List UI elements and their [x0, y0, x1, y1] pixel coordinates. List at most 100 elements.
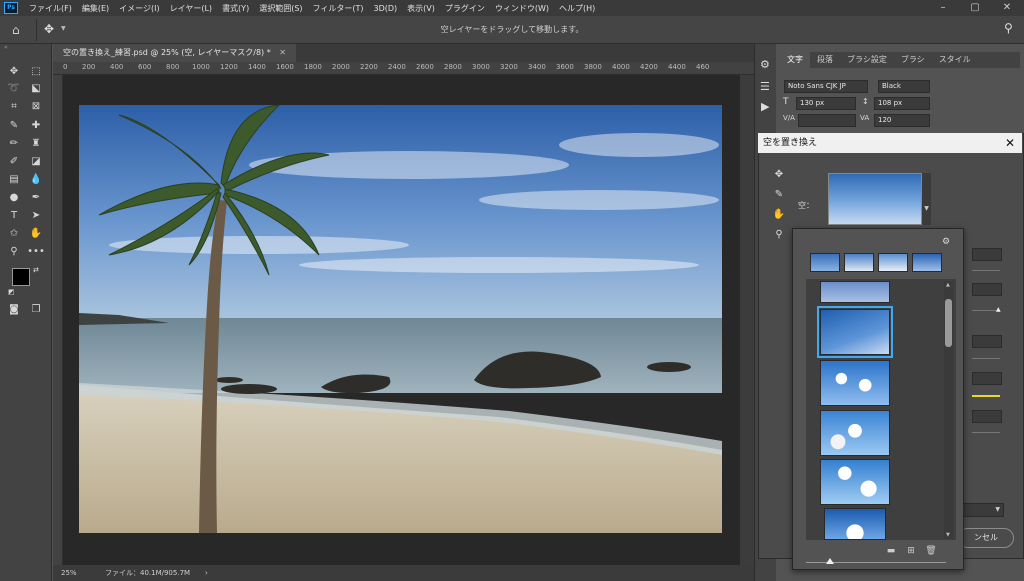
dialog-slider[interactable]: [972, 270, 1000, 271]
menu-file[interactable]: ファイル(F): [24, 3, 77, 14]
minimize-icon[interactable]: –: [928, 0, 958, 16]
menu-3d[interactable]: 3D(D): [369, 4, 403, 13]
slider-knob[interactable]: ▲: [996, 306, 1001, 313]
sky-preset-thumbnail[interactable]: [820, 459, 890, 505]
sky-preview-thumbnail[interactable]: [828, 173, 922, 225]
close-tab-icon[interactable]: ✕: [279, 48, 286, 57]
tracking-field[interactable]: 120: [874, 114, 930, 127]
sky-group-thumbnail[interactable]: [844, 253, 874, 272]
color-adjust-slider[interactable]: [972, 395, 1000, 397]
hand-tool-icon[interactable]: ✋: [770, 207, 788, 223]
sky-preset-thumbnail-selected[interactable]: [817, 306, 893, 358]
document-tab[interactable]: 空の置き換え_練習.psd @ 25% (空, レイヤーマスク/8) * ✕: [53, 44, 296, 62]
brush-icon[interactable]: ✏: [5, 136, 23, 152]
dialog-setting-field[interactable]: [972, 372, 1002, 385]
slider-knob[interactable]: [826, 558, 834, 564]
gradient-icon[interactable]: ▤: [5, 172, 23, 188]
trash-icon[interactable]: 🗑: [924, 545, 938, 557]
folder-icon[interactable]: ▬: [884, 545, 898, 557]
dialog-setting-field[interactable]: [972, 283, 1002, 296]
gear-icon[interactable]: ⚙: [942, 237, 950, 247]
menu-help[interactable]: ヘルプ(H): [554, 3, 600, 14]
output-dropdown[interactable]: ▼: [958, 503, 1004, 517]
vertical-scrollbar[interactable]: [740, 75, 754, 565]
menu-layer[interactable]: レイヤー(L): [165, 3, 217, 14]
menu-view[interactable]: 表示(V): [402, 3, 440, 14]
adjustments-panel-icon[interactable]: ☰: [760, 80, 770, 93]
sky-preset-thumbnail[interactable]: [824, 508, 886, 540]
menu-edit[interactable]: 編集(E): [77, 3, 114, 14]
chevron-right-icon[interactable]: ›: [205, 565, 208, 581]
move-icon[interactable]: ✥: [5, 64, 23, 80]
frame-icon[interactable]: ⊠: [27, 99, 45, 115]
screen-mode-icon[interactable]: ❐: [27, 302, 45, 318]
collapse-icon[interactable]: «: [4, 44, 8, 51]
zoom-icon[interactable]: ⚲: [5, 244, 23, 260]
search-icon[interactable]: ⚲: [1004, 21, 1013, 35]
dodge-icon[interactable]: ●: [5, 190, 23, 206]
path-select-icon[interactable]: ➤: [27, 208, 45, 224]
font-weight-select[interactable]: Black: [878, 80, 930, 93]
healing-icon[interactable]: ✚: [27, 118, 45, 134]
actions-play-icon[interactable]: ▶: [761, 100, 769, 113]
sky-preset-thumbnail[interactable]: [820, 360, 890, 406]
hand-icon[interactable]: ✋: [27, 226, 45, 242]
kerning-field[interactable]: [798, 114, 856, 127]
menu-select[interactable]: 選択範囲(S): [254, 3, 307, 14]
dialog-setting-field[interactable]: [972, 410, 1002, 423]
leading-field[interactable]: 108 px: [874, 97, 930, 110]
sky-preset-thumbnail[interactable]: [820, 410, 890, 456]
pen-icon[interactable]: ✒: [27, 190, 45, 206]
eraser-icon[interactable]: ◪: [27, 154, 45, 170]
shape-icon[interactable]: ✩: [5, 226, 23, 242]
scrollbar-thumb[interactable]: [945, 299, 952, 347]
menu-window[interactable]: ウィンドウ(W): [490, 3, 554, 14]
tab-brush-settings[interactable]: ブラシ設定: [840, 52, 894, 68]
close-icon[interactable]: ✕: [998, 133, 1022, 153]
object-select-icon[interactable]: ⬕: [27, 81, 45, 97]
history-brush-icon[interactable]: ✐: [5, 154, 23, 170]
marquee-icon[interactable]: ⬚: [27, 64, 45, 80]
swap-colors-icon[interactable]: ⇄: [33, 266, 39, 274]
stamp-icon[interactable]: ♜: [27, 136, 45, 152]
sky-preset-thumbnail[interactable]: [820, 281, 890, 303]
crop-icon[interactable]: ⌗: [5, 99, 23, 115]
quick-mask-icon[interactable]: ◙: [5, 302, 23, 318]
maximize-icon[interactable]: ▢: [960, 0, 990, 16]
dialog-slider[interactable]: [972, 432, 1000, 433]
sky-brush-icon[interactable]: ✎: [770, 187, 788, 203]
menu-plugins[interactable]: プラグイン: [440, 3, 490, 14]
font-size-field[interactable]: 130 px: [796, 97, 856, 110]
beach-photo[interactable]: [79, 105, 722, 533]
tab-character[interactable]: 文字: [780, 52, 810, 68]
sky-group-thumbnail[interactable]: [878, 253, 908, 272]
sky-move-icon[interactable]: ✥: [770, 167, 788, 183]
menu-filter[interactable]: フィルター(T): [308, 3, 369, 14]
lasso-icon[interactable]: ➰: [5, 81, 23, 97]
sky-group-thumbnail[interactable]: [912, 253, 942, 272]
menu-image[interactable]: イメージ(I): [114, 3, 164, 14]
dialog-slider[interactable]: [972, 358, 1000, 359]
blur-icon[interactable]: 💧: [27, 172, 45, 188]
tab-styles[interactable]: スタイル: [932, 52, 978, 68]
zoom-tool-icon[interactable]: ⚲: [770, 227, 788, 243]
sky-dropdown-icon[interactable]: ▼: [922, 173, 931, 225]
sky-group-thumbnail[interactable]: [810, 253, 840, 272]
cancel-button[interactable]: ンセル: [958, 528, 1014, 548]
dialog-setting-field[interactable]: [972, 248, 1002, 261]
tab-paragraph[interactable]: 段落: [810, 52, 840, 68]
foreground-color-swatch[interactable]: [12, 268, 30, 286]
tab-brushes[interactable]: ブラシ: [894, 52, 932, 68]
default-colors-icon[interactable]: ◩: [8, 288, 15, 296]
font-family-select[interactable]: Noto Sans CJK JP: [784, 80, 868, 93]
more-tools-icon[interactable]: •••: [27, 244, 45, 260]
new-preset-icon[interactable]: ⊞: [904, 545, 918, 557]
eyedropper-icon[interactable]: ✎: [5, 118, 23, 134]
zoom-level[interactable]: 25%: [61, 565, 77, 581]
history-panel-icon[interactable]: ⚙: [760, 58, 770, 71]
scroll-down-icon[interactable]: ▼: [946, 532, 950, 538]
menu-type[interactable]: 書式(Y): [217, 3, 254, 14]
scroll-up-icon[interactable]: ▲: [946, 282, 950, 288]
type-icon[interactable]: T: [5, 208, 23, 224]
close-window-icon[interactable]: ✕: [992, 0, 1022, 16]
